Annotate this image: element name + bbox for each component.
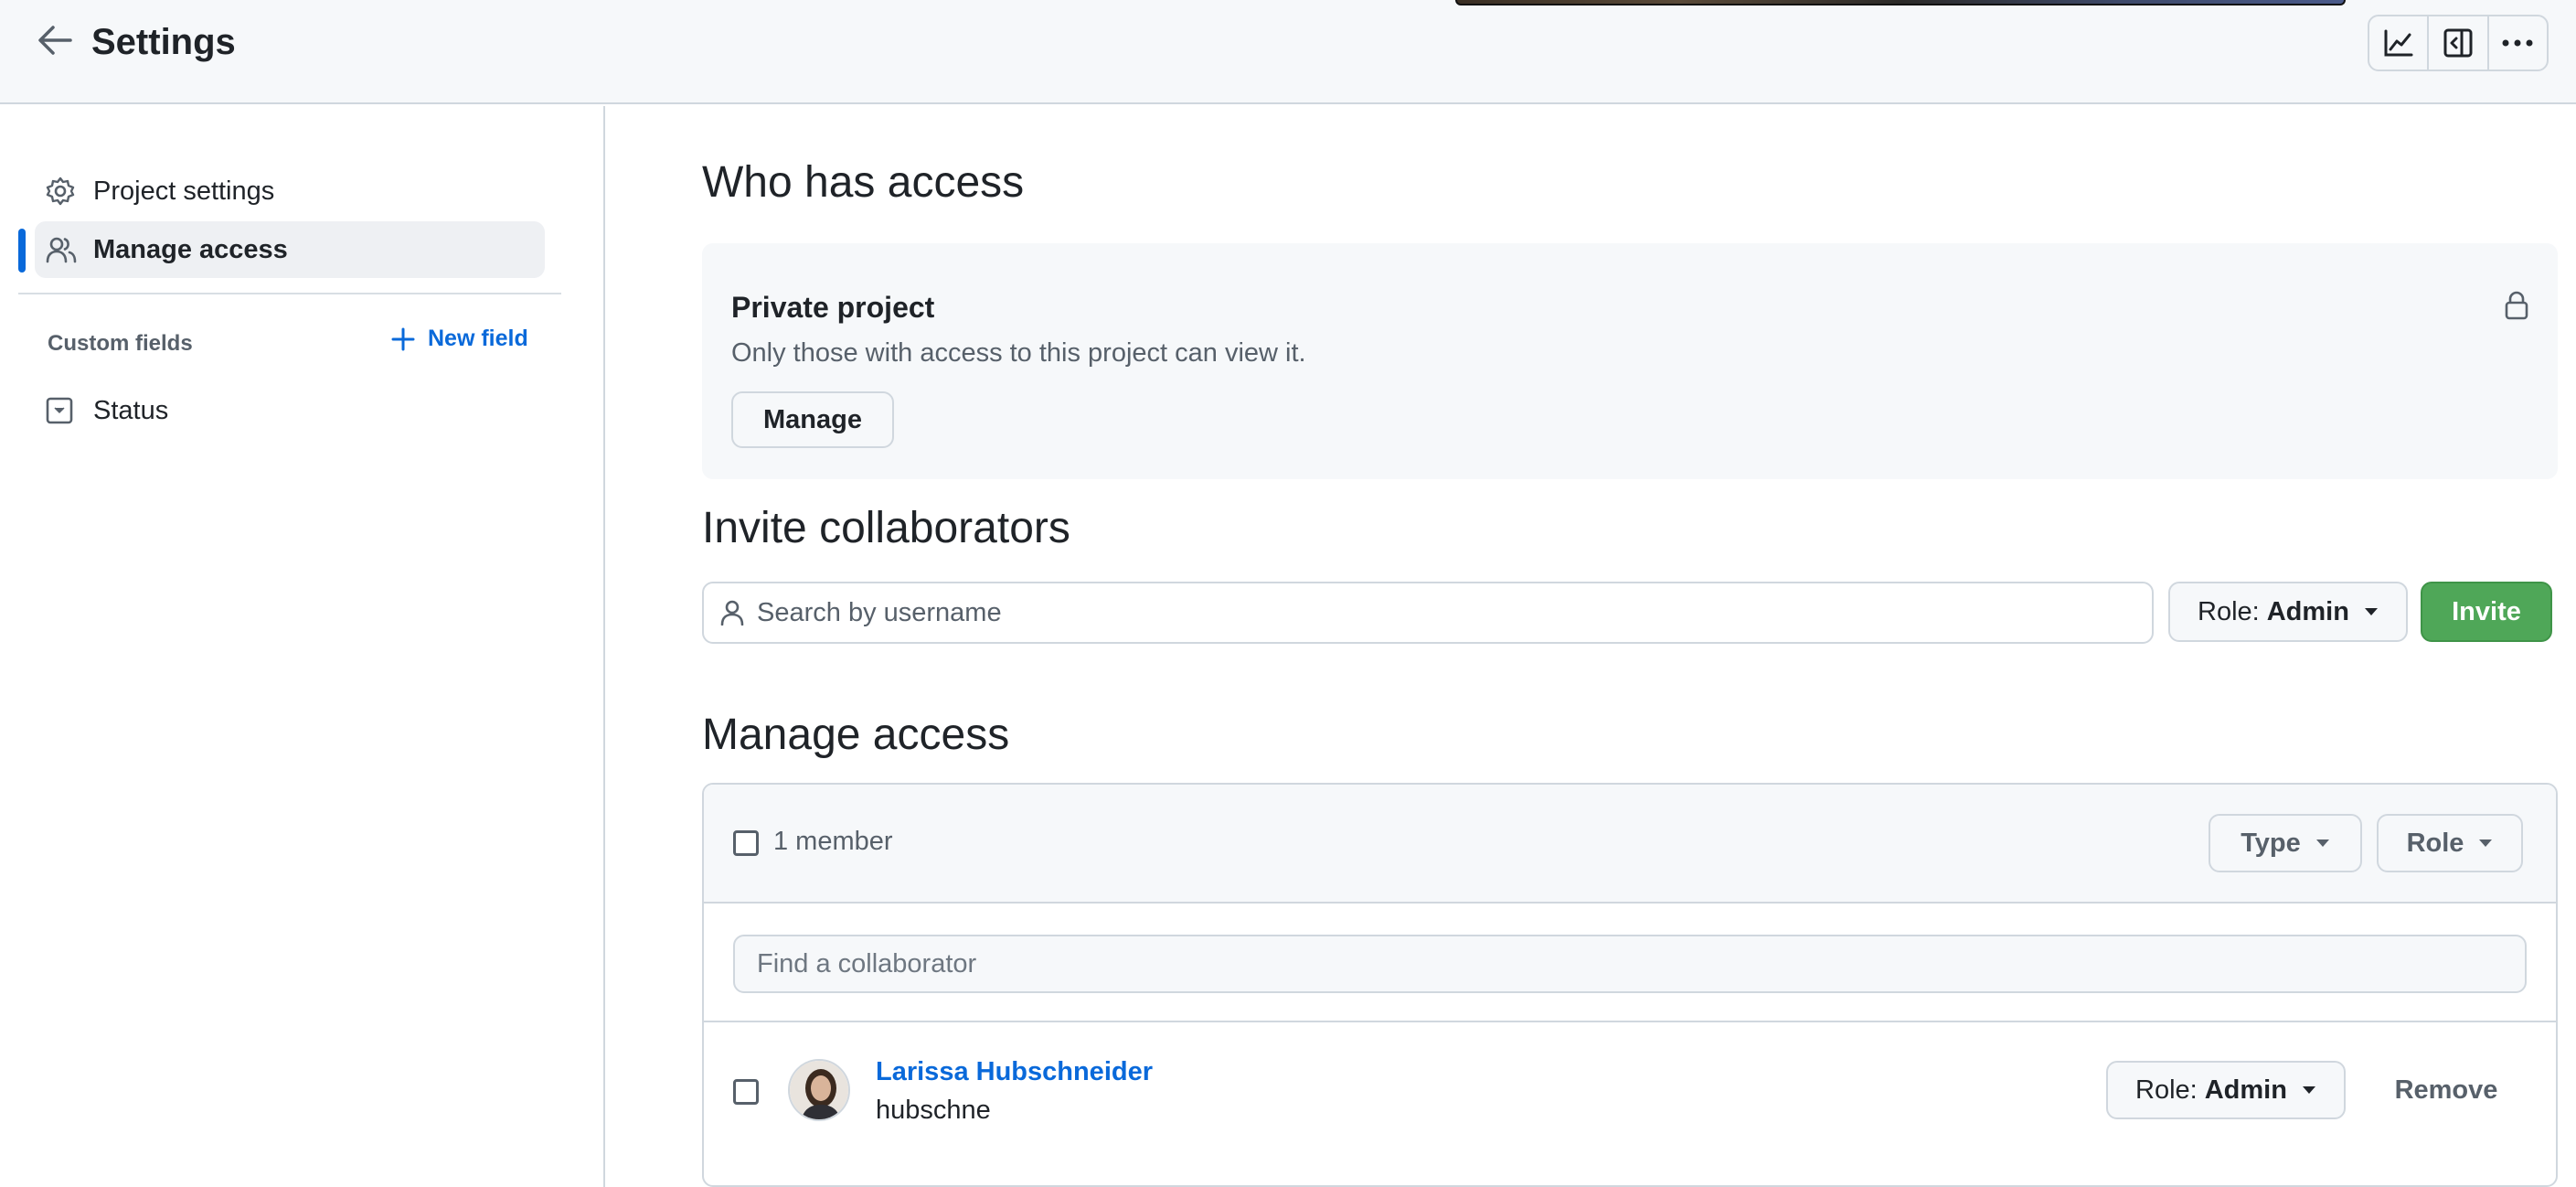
toggle-sidebar-button[interactable] bbox=[2427, 16, 2486, 70]
graph-icon bbox=[2384, 29, 2413, 57]
invite-button[interactable]: Invite bbox=[2421, 582, 2552, 642]
private-project-description: Only those with access to this project c… bbox=[731, 338, 1306, 368]
arrow-left-icon bbox=[38, 26, 72, 55]
more-options-button[interactable] bbox=[2486, 16, 2547, 70]
member-row: Larissa Hubschneider hubschne Role: Admi… bbox=[704, 1024, 2556, 1185]
find-collaborator-area bbox=[704, 905, 2556, 1022]
role-label: Role: bbox=[2135, 1075, 2198, 1105]
plus-icon bbox=[391, 327, 415, 350]
triangle-down-icon bbox=[2364, 607, 2379, 616]
sidebar-item-label: Manage access bbox=[93, 234, 288, 264]
kebab-horizontal-icon bbox=[2502, 39, 2533, 47]
avatar bbox=[788, 1059, 850, 1121]
access-list: 1 member Type Role Find a collaborator L… bbox=[702, 783, 2558, 1187]
sidebar-item-status[interactable]: Status bbox=[35, 382, 545, 439]
role-filter-label: Role bbox=[2406, 828, 2464, 858]
header-toolbar bbox=[2368, 15, 2549, 71]
sidebar-item-label: Status bbox=[93, 395, 169, 425]
main-content: Who has access Private project Only thos… bbox=[607, 106, 2576, 1187]
find-collaborator-input[interactable] bbox=[733, 935, 2527, 993]
single-select-icon bbox=[46, 397, 82, 424]
private-project-title: Private project bbox=[731, 291, 935, 324]
invite-collaborators-heading: Invite collaborators bbox=[702, 504, 1070, 552]
role-filter-dropdown[interactable]: Role bbox=[2377, 814, 2523, 872]
people-icon bbox=[46, 236, 82, 263]
active-indicator bbox=[18, 229, 26, 273]
type-filter-label: Type bbox=[2241, 828, 2301, 858]
private-project-card: Private project Only those with access t… bbox=[702, 243, 2558, 479]
triangle-down-icon bbox=[2478, 839, 2493, 848]
member-username: hubschne bbox=[876, 1096, 991, 1125]
triangle-down-icon bbox=[2302, 1085, 2316, 1095]
gear-icon bbox=[46, 176, 82, 206]
triangle-down-icon bbox=[2315, 839, 2330, 848]
member-role-dropdown[interactable]: Role: Admin bbox=[2106, 1061, 2346, 1119]
member-count: 1 member bbox=[773, 827, 893, 856]
manage-visibility-button[interactable]: Manage bbox=[731, 391, 894, 448]
role-value: Admin bbox=[2266, 596, 2349, 626]
custom-fields-heading: Custom fields bbox=[48, 331, 193, 356]
member-name-link[interactable]: Larissa Hubschneider bbox=[876, 1057, 1153, 1087]
who-has-access-heading: Who has access bbox=[702, 158, 1025, 207]
type-filter-dropdown[interactable]: Type bbox=[2209, 814, 2362, 872]
manage-access-heading: Manage access bbox=[702, 711, 1010, 759]
sidebar-item-label: Project settings bbox=[93, 176, 275, 206]
sidebar-item-manage-access[interactable]: Manage access bbox=[35, 221, 545, 278]
new-field-button[interactable]: New field bbox=[391, 326, 528, 352]
remove-member-button[interactable]: Remove bbox=[2366, 1061, 2527, 1119]
access-list-header: 1 member Type Role bbox=[704, 785, 2556, 904]
role-value: Admin bbox=[2204, 1075, 2287, 1105]
back-button[interactable] bbox=[33, 18, 77, 62]
select-all-checkbox[interactable] bbox=[733, 830, 759, 856]
sidebar-item-project-settings[interactable]: Project settings bbox=[35, 163, 545, 219]
page-header: Settings bbox=[0, 0, 2576, 104]
page-title: Settings bbox=[91, 22, 236, 62]
search-username-field[interactable] bbox=[702, 582, 2154, 644]
settings-sidebar: Project settings Manage access Custom fi… bbox=[0, 106, 605, 1187]
new-field-label: New field bbox=[428, 326, 528, 351]
invite-role-dropdown[interactable]: Role: Admin bbox=[2168, 582, 2408, 642]
video-preview-strip bbox=[1455, 0, 2346, 5]
insights-button[interactable] bbox=[2369, 16, 2427, 70]
member-checkbox[interactable] bbox=[733, 1079, 759, 1105]
sidebar-expand-icon bbox=[2443, 28, 2473, 58]
role-label: Role: bbox=[2198, 596, 2260, 626]
search-username-input[interactable] bbox=[757, 597, 2110, 628]
lock-icon bbox=[2505, 291, 2528, 325]
sidebar-divider bbox=[18, 293, 561, 294]
person-icon bbox=[720, 600, 744, 626]
